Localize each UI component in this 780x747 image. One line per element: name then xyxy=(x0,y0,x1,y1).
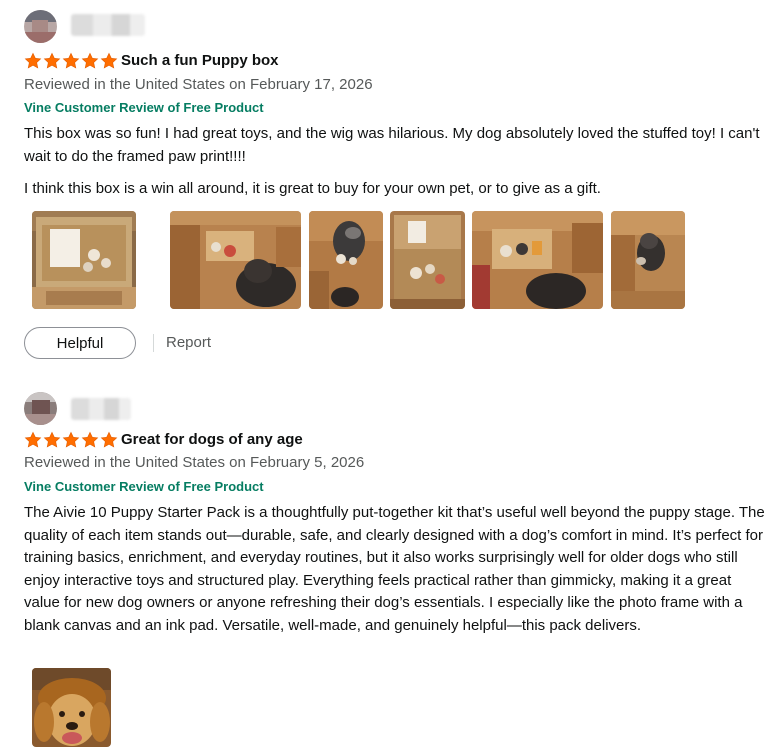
report-link[interactable]: Report xyxy=(166,333,211,353)
helpful-button[interactable]: Helpful xyxy=(24,327,136,359)
review-image-thumb[interactable] xyxy=(472,211,603,309)
star-icon xyxy=(43,52,61,70)
reviewer-profile[interactable] xyxy=(24,8,224,44)
review-paragraph: This box was so fun! I had great toys, a… xyxy=(24,125,760,165)
star-icon xyxy=(62,431,80,449)
dog-sitting-photo xyxy=(611,211,685,309)
reviewer-profile[interactable] xyxy=(24,390,224,426)
review-paragraph: The Aivie 10 Puppy Starter Pack is a tho… xyxy=(24,504,765,634)
review-image-thumb[interactable] xyxy=(611,211,685,309)
star-icon xyxy=(100,52,118,70)
review-image-thumb[interactable] xyxy=(309,211,383,309)
review-date: Reviewed in the United States on Februar… xyxy=(24,454,365,471)
star-icon xyxy=(81,431,99,449)
star-icon xyxy=(24,431,42,449)
box-open-photo xyxy=(32,211,136,309)
dog-with-toys-photo xyxy=(170,211,301,309)
dog-standing-photo xyxy=(309,211,383,309)
review-image-thumb[interactable] xyxy=(32,668,111,747)
golden-retriever-wig-photo xyxy=(32,668,111,747)
review-paragraph: I think this box is a win all around, it… xyxy=(24,180,601,197)
review-image-thumb[interactable] xyxy=(32,211,136,309)
box-contents-photo xyxy=(390,211,465,309)
review-body: The Aivie 10 Puppy Starter Pack is a tho… xyxy=(24,502,769,647)
review-image-thumb[interactable] xyxy=(170,211,301,309)
reviewer-name-redacted xyxy=(71,14,145,36)
star-icon xyxy=(81,52,99,70)
vine-badge: Vine Customer Review of Free Product xyxy=(24,100,264,115)
vine-badge: Vine Customer Review of Free Product xyxy=(24,479,264,494)
divider xyxy=(153,334,154,352)
star-rating[interactable] xyxy=(24,431,118,449)
review-title[interactable]: Great for dogs of any age xyxy=(121,430,303,450)
review-image-thumb[interactable] xyxy=(390,211,465,309)
avatar[interactable] xyxy=(24,392,57,425)
star-icon xyxy=(43,431,61,449)
reviewer-name-redacted xyxy=(71,398,131,420)
star-icon xyxy=(62,52,80,70)
star-icon xyxy=(24,52,42,70)
star-rating[interactable] xyxy=(24,52,118,70)
avatar[interactable] xyxy=(24,10,57,43)
review-title[interactable]: Such a fun Puppy box xyxy=(121,51,279,71)
box-with-dog-photo xyxy=(472,211,603,309)
review-date: Reviewed in the United States on Februar… xyxy=(24,76,373,93)
star-icon xyxy=(100,431,118,449)
review-body: This box was so fun! I had great toys, a… xyxy=(24,123,780,211)
